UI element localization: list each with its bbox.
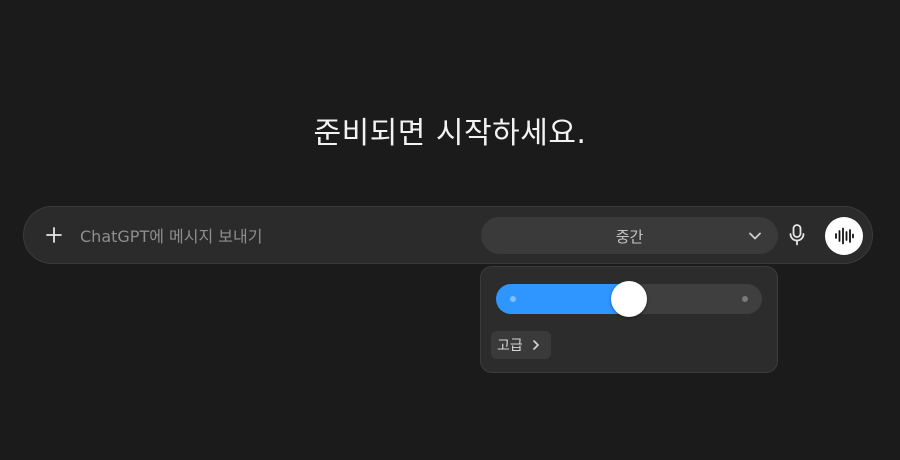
slider-thumb[interactable] [611,281,647,317]
advanced-button[interactable]: 고급 [491,331,551,359]
level-slider[interactable] [496,281,762,317]
message-composer: 중간 [23,206,873,264]
chevron-right-icon [532,340,539,350]
level-dropdown-value: 중간 [615,228,644,246]
mic-icon [789,224,805,246]
waveform-icon [835,227,854,245]
add-attachment-button[interactable] [40,221,68,249]
level-dropdown[interactable]: 중간 [481,217,778,254]
level-popover: 고급 [480,266,778,373]
slider-max-dot [742,296,748,302]
chevron-down-icon [749,232,761,240]
page-title: 준비되면 시작하세요. [313,116,587,151]
plus-icon [46,227,62,243]
voice-mode-button[interactable] [825,217,863,255]
advanced-label: 고급 [497,338,523,354]
message-input[interactable] [78,221,472,251]
dictate-button[interactable] [784,222,810,248]
slider-min-dot [510,296,516,302]
